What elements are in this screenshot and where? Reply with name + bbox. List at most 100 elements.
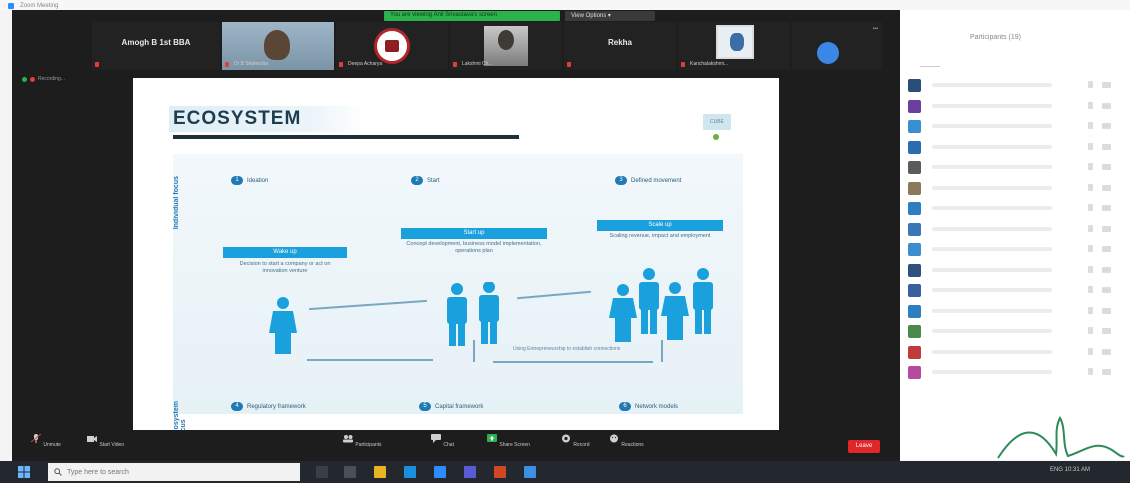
participant-name-blur xyxy=(932,308,1052,313)
unmute-button[interactable]: Unmute xyxy=(30,433,61,448)
mic-icon xyxy=(1088,142,1093,150)
video-icon xyxy=(1102,205,1111,211)
task-view-icon[interactable] xyxy=(316,466,328,478)
record-icon xyxy=(562,434,570,443)
muted-mic-icon xyxy=(339,62,343,67)
share-screen-button[interactable]: Share Screen xyxy=(486,434,530,448)
chat-button[interactable]: Chat xyxy=(430,434,454,448)
stage-description: Scaling revenue, impact and employment xyxy=(609,233,711,239)
file-explorer-icon[interactable] xyxy=(374,466,386,478)
meeting-controls: Unmute Start Video Participants Chat Sha… xyxy=(12,430,900,462)
participant-row[interactable] xyxy=(908,76,1122,96)
mic-icon xyxy=(1088,245,1093,252)
group-people-icon xyxy=(609,268,713,342)
participant-name: Rekha xyxy=(607,38,632,47)
feedback-arrow xyxy=(307,359,433,361)
control-label: Record xyxy=(573,442,590,448)
stage-header: Wake up xyxy=(223,247,347,258)
zoom-taskbar-icon[interactable] xyxy=(434,466,446,478)
taskbar-search[interactable]: Type here to search xyxy=(48,463,300,481)
participant-tile[interactable]: Kanchalakshmi... xyxy=(678,22,790,70)
participant-row[interactable] xyxy=(908,302,1122,322)
participant-name-blur xyxy=(932,288,1052,292)
participant-tile[interactable]: Amogh B 1st BBA xyxy=(92,22,220,70)
leave-button[interactable]: Leave xyxy=(848,440,880,453)
edge-browser-icon[interactable] xyxy=(404,466,416,478)
video-icon xyxy=(87,436,97,442)
share-icon xyxy=(487,434,497,442)
mic-icon xyxy=(1088,368,1093,375)
participant-video xyxy=(484,26,528,66)
participant-row[interactable] xyxy=(908,220,1122,240)
video-icon xyxy=(1102,164,1111,170)
start-video-button[interactable]: Start Video xyxy=(86,434,124,448)
participant-row[interactable] xyxy=(908,158,1122,178)
mic-icon xyxy=(1088,81,1093,88)
stage-label: Start xyxy=(427,177,440,184)
video-icon xyxy=(1102,328,1111,334)
video-icon xyxy=(1102,123,1111,129)
control-label: Share Screen xyxy=(499,442,530,448)
participant-avatar xyxy=(908,366,921,379)
participant-row[interactable] xyxy=(908,281,1122,301)
individual-focus-label: Individual focus xyxy=(173,176,180,230)
participant-tile[interactable]: Rekha xyxy=(564,22,676,70)
reactions-button[interactable]: Reactions xyxy=(608,434,644,448)
participant-row[interactable] xyxy=(908,363,1122,383)
zoom-titlebar: Zoom Meeting xyxy=(8,2,108,10)
widgets-icon[interactable] xyxy=(344,466,356,478)
participant-row[interactable] xyxy=(908,199,1122,219)
system-tray[interactable]: ENG 10:31 AM xyxy=(1050,467,1090,473)
stage-bottom: 5 Capital framework xyxy=(419,402,483,411)
participant-video xyxy=(264,30,290,60)
stage-number: 2 xyxy=(411,176,423,185)
stage-number: 4 xyxy=(231,402,243,411)
stage-description: Decision to start a company or act on in… xyxy=(239,261,331,274)
participants-button[interactable]: Participants xyxy=(342,434,382,448)
participant-avatar xyxy=(908,345,921,359)
slide-title: ECOSYSTEM xyxy=(173,108,302,129)
participant-row[interactable] xyxy=(908,322,1122,342)
participant-name-blur xyxy=(932,144,1052,149)
control-label: Reactions xyxy=(621,442,644,448)
video-icon xyxy=(1102,266,1111,273)
stage-description: Concept development, business model impl… xyxy=(406,241,542,254)
stage-number: 3 xyxy=(615,176,627,185)
stage-top: 2 Start xyxy=(411,176,440,185)
down-arrow xyxy=(473,340,475,362)
single-person-icon xyxy=(269,297,297,354)
chat-icon xyxy=(431,434,441,443)
video-icon xyxy=(1102,287,1111,293)
tile-options-icon[interactable]: ••• xyxy=(873,26,878,32)
participant-avatar xyxy=(908,325,921,338)
participant-row[interactable] xyxy=(908,240,1122,260)
participant-row[interactable] xyxy=(908,343,1122,363)
stage-number: 6 xyxy=(619,402,631,411)
chrome-icon[interactable] xyxy=(524,466,536,478)
participant-tile[interactable]: Dr B Shalendra xyxy=(222,22,334,70)
participant-name-blur xyxy=(932,226,1052,231)
record-button[interactable]: Record xyxy=(560,434,590,448)
participant-avatar xyxy=(908,99,921,113)
participant-row[interactable] xyxy=(908,261,1122,281)
windows-start-icon[interactable] xyxy=(18,466,30,478)
participant-tile[interactable]: ••• xyxy=(792,22,882,70)
participant-row[interactable] xyxy=(908,117,1122,137)
participant-row[interactable] xyxy=(908,138,1122,158)
teams-icon[interactable] xyxy=(464,466,476,478)
video-icon xyxy=(1102,348,1111,355)
participant-tile[interactable]: Lakshmi Ch... xyxy=(450,22,562,70)
participant-name-blur xyxy=(932,165,1052,169)
participant-caption: Kanchalakshmi... xyxy=(690,61,729,67)
powerpoint-icon[interactable] xyxy=(494,466,506,478)
stage-number: 1 xyxy=(231,176,243,185)
participant-name-blur xyxy=(932,267,1052,272)
participant-name-blur xyxy=(932,247,1052,251)
participant-name-blur xyxy=(932,370,1052,374)
stage-label: Network models xyxy=(635,403,679,410)
participant-row[interactable] xyxy=(908,179,1122,199)
view-options-button[interactable]: View Options ▾ xyxy=(565,11,655,21)
participant-row[interactable] xyxy=(908,97,1122,117)
mic-icon xyxy=(1088,122,1093,129)
participant-tile[interactable]: Deepa Acharya xyxy=(336,22,448,70)
